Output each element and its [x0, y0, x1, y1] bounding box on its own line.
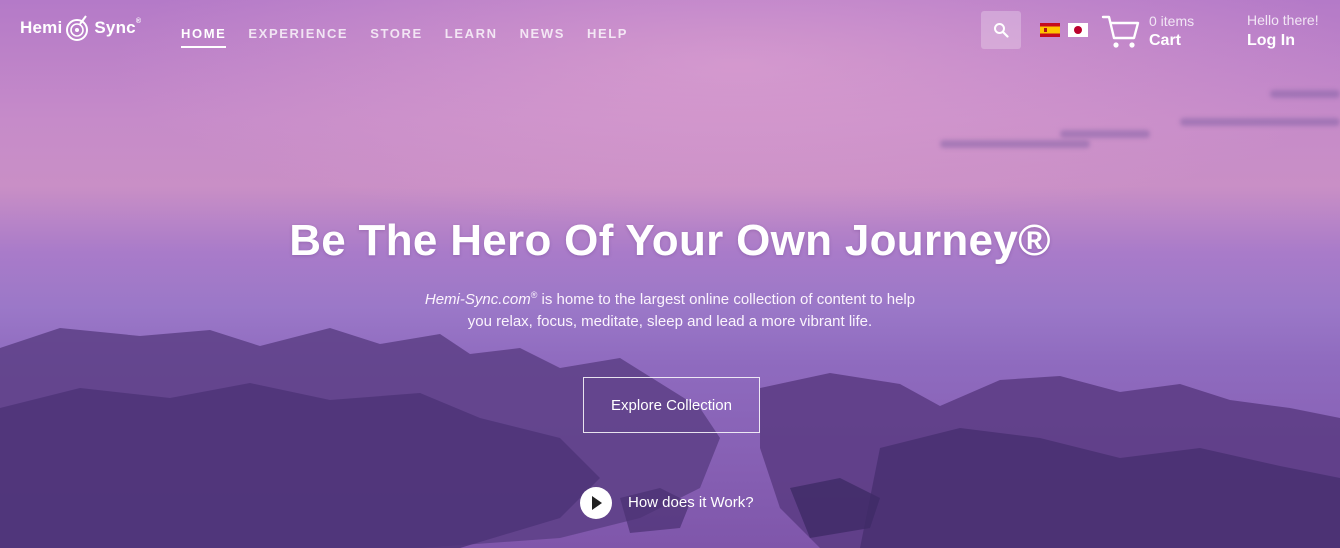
- search-button[interactable]: [981, 11, 1021, 49]
- cart-item-count[interactable]: 0 items: [1149, 13, 1194, 29]
- cloud: [1180, 118, 1340, 126]
- search-icon: [994, 23, 1009, 38]
- hero-sub-line2: you relax, focus, meditate, sleep and le…: [467, 313, 873, 330]
- hero-headline: Be The Hero Of Your Own Journey®: [289, 216, 1051, 265]
- logo-mark-icon: [66, 15, 89, 41]
- site-logo[interactable]: Hemi Sync ®: [20, 14, 141, 42]
- how-it-works-link[interactable]: How does it Work?: [628, 494, 754, 511]
- logo-registered-mark: ®: [135, 18, 142, 25]
- logo-text-right: Sync: [94, 18, 136, 37]
- explore-collection-button[interactable]: Explore Collection: [583, 377, 760, 433]
- cloud: [1270, 90, 1340, 98]
- nav-home[interactable]: HOME: [181, 26, 227, 48]
- logo-text-left: Hemi: [20, 18, 63, 37]
- spanish-flag-icon[interactable]: [1040, 23, 1060, 37]
- japanese-flag-icon[interactable]: [1068, 23, 1088, 37]
- top-nav: Hemi Sync ® HOME EXPERIENCE STORE LEARN …: [0, 0, 1340, 66]
- nav-help[interactable]: HELP: [587, 26, 628, 48]
- cart-icon[interactable]: [1101, 14, 1141, 50]
- main-navigation: HOME EXPERIENCE STORE LEARN NEWS HELP: [181, 26, 628, 48]
- hero-subtext: Hemi-Sync.com® is home to the largest on…: [370, 284, 970, 333]
- hero-banner: Hemi Sync ® HOME EXPERIENCE STORE LEARN …: [0, 0, 1340, 548]
- cloud: [1060, 130, 1150, 138]
- nav-store[interactable]: STORE: [370, 26, 423, 48]
- cloud: [940, 140, 1090, 148]
- nav-experience[interactable]: EXPERIENCE: [248, 26, 348, 48]
- greeting-text: Hello there!: [1247, 12, 1319, 28]
- play-video-button[interactable]: [580, 487, 612, 519]
- cart-link[interactable]: Cart: [1149, 32, 1181, 50]
- hero-sub-line1: is home to the largest online collection…: [537, 291, 916, 308]
- login-link[interactable]: Log In: [1247, 32, 1295, 50]
- play-icon: [592, 496, 602, 510]
- nav-news[interactable]: NEWS: [520, 26, 565, 48]
- hero-sub-brand: Hemi-Sync.com: [424, 291, 531, 308]
- nav-learn[interactable]: LEARN: [445, 26, 498, 48]
